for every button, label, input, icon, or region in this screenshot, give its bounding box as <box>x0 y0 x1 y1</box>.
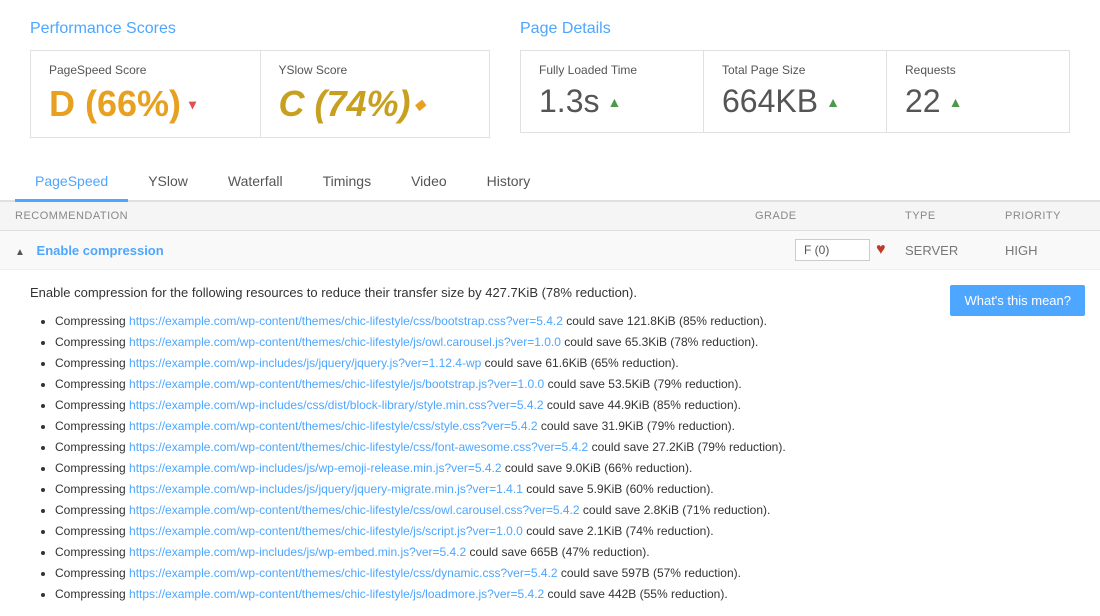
recommendation-row: ▲ Enable compression ♥ SERVER HIGH <box>0 231 1100 270</box>
col-grade-header: GRADE <box>755 210 905 222</box>
resource-link[interactable]: https://example.com/wp-includes/js/jquer… <box>129 356 481 370</box>
recommendation-label: ▲ Enable compression <box>15 243 795 258</box>
performance-scores-title: Performance Scores <box>30 20 490 38</box>
fully-loaded-card: Fully Loaded Time 1.3s ▲ <box>521 51 704 132</box>
resource-link[interactable]: https://example.com/wp-content/themes/ch… <box>129 440 588 454</box>
main-description: Enable compression for the following res… <box>30 285 1070 300</box>
resource-link[interactable]: https://example.com/wp-includes/js/wp-em… <box>129 545 466 559</box>
total-page-size-number: 664KB <box>722 83 818 120</box>
recommendation-title: Enable compression <box>37 243 164 258</box>
total-page-size-arrow-icon: ▲ <box>826 94 840 110</box>
list-item: Compressing https://example.com/wp-conte… <box>55 501 1070 519</box>
yslow-score-label: YSlow Score <box>279 63 472 77</box>
priority-value: HIGH <box>1005 243 1085 258</box>
requests-value: 22 ▲ <box>905 83 1051 120</box>
resource-link[interactable]: https://example.com/wp-content/themes/ch… <box>129 503 580 517</box>
pagespeed-score-card: PageSpeed Score D (66%) ▾ <box>31 51 261 137</box>
total-page-size-card: Total Page Size 664KB ▲ <box>704 51 887 132</box>
list-item: Compressing https://example.com/wp-conte… <box>55 312 1070 330</box>
list-item: Compressing https://example.com/wp-inclu… <box>55 543 1070 561</box>
tab-timings[interactable]: Timings <box>303 163 392 202</box>
tab-history[interactable]: History <box>467 163 551 202</box>
table-header: RECOMMENDATION GRADE TYPE PRIORITY <box>0 202 1100 231</box>
requests-arrow-icon: ▲ <box>949 94 963 110</box>
col-type-header: TYPE <box>905 210 1005 222</box>
resource-link[interactable]: https://example.com/wp-content/themes/ch… <box>129 335 561 349</box>
requests-card: Requests 22 ▲ <box>887 51 1069 132</box>
col-recommendation-header: RECOMMENDATION <box>15 210 755 222</box>
resource-list: Compressing https://example.com/wp-conte… <box>30 312 1070 603</box>
col-priority-header: PRIORITY <box>1005 210 1085 222</box>
resource-link[interactable]: https://example.com/wp-includes/js/wp-em… <box>129 461 502 475</box>
resource-link[interactable]: https://example.com/wp-content/themes/ch… <box>129 419 538 433</box>
pagespeed-score-value: D (66%) ▾ <box>49 83 242 125</box>
tab-yslow[interactable]: YSlow <box>128 163 208 202</box>
resource-link[interactable]: https://example.com/wp-includes/css/dist… <box>129 398 544 412</box>
list-item: Compressing https://example.com/wp-inclu… <box>55 459 1070 477</box>
list-item: Compressing https://example.com/wp-inclu… <box>55 354 1070 372</box>
tabs-section: PageSpeed YSlow Waterfall Timings Video … <box>0 163 1100 202</box>
fully-loaded-arrow-icon: ▲ <box>607 94 621 110</box>
list-item: Compressing https://example.com/wp-conte… <box>55 564 1070 582</box>
requests-number: 22 <box>905 83 941 120</box>
content-section: Enable compression for the following res… <box>0 270 1100 616</box>
performance-scores-section: Performance Scores PageSpeed Score D (66… <box>15 10 505 148</box>
grade-badge: ♥ <box>795 239 905 261</box>
resource-link[interactable]: https://example.com/wp-content/themes/ch… <box>129 587 544 601</box>
resource-link[interactable]: https://example.com/wp-content/themes/ch… <box>129 566 558 580</box>
yslow-score-value: C (74%) ◆ <box>279 83 472 125</box>
fully-loaded-value: 1.3s ▲ <box>539 83 685 120</box>
resource-link[interactable]: https://example.com/wp-content/themes/ch… <box>129 377 544 391</box>
scores-grid: PageSpeed Score D (66%) ▾ YSlow Score C … <box>30 50 490 138</box>
tab-waterfall[interactable]: Waterfall <box>208 163 303 202</box>
total-page-size-label: Total Page Size <box>722 63 868 77</box>
list-item: Compressing https://example.com/wp-conte… <box>55 522 1070 540</box>
yslow-score-card: YSlow Score C (74%) ◆ <box>261 51 490 137</box>
pagespeed-score-label: PageSpeed Score <box>49 63 242 77</box>
page-details-section: Page Details Fully Loaded Time 1.3s ▲ To… <box>505 10 1085 148</box>
details-grid: Fully Loaded Time 1.3s ▲ Total Page Size… <box>520 50 1070 133</box>
tab-pagespeed[interactable]: PageSpeed <box>15 163 128 202</box>
type-value: SERVER <box>905 243 1005 258</box>
pagespeed-grade: D (66%) <box>49 83 181 125</box>
list-item: Compressing https://example.com/wp-conte… <box>55 333 1070 351</box>
whats-this-button[interactable]: What's this mean? <box>950 285 1085 316</box>
tab-video[interactable]: Video <box>391 163 467 202</box>
list-item: Compressing https://example.com/wp-conte… <box>55 438 1070 456</box>
fully-loaded-label: Fully Loaded Time <box>539 63 685 77</box>
list-item: Compressing https://example.com/wp-inclu… <box>55 396 1070 414</box>
list-item: Compressing https://example.com/wp-conte… <box>55 585 1070 603</box>
yslow-diamond-icon[interactable]: ◆ <box>415 96 426 113</box>
grade-arrow-down-icon[interactable]: ♥ <box>876 241 886 259</box>
triangle-expand-icon[interactable]: ▲ <box>15 247 25 258</box>
total-page-size-value: 664KB ▲ <box>722 83 868 120</box>
resource-link[interactable]: https://example.com/wp-content/themes/ch… <box>129 524 523 538</box>
list-item: Compressing https://example.com/wp-conte… <box>55 375 1070 393</box>
resource-link[interactable]: https://example.com/wp-includes/js/jquer… <box>129 482 523 496</box>
list-item: Compressing https://example.com/wp-inclu… <box>55 480 1070 498</box>
pagespeed-arrow-icon[interactable]: ▾ <box>189 96 196 113</box>
tabs-container: PageSpeed YSlow Waterfall Timings Video … <box>15 163 1085 200</box>
requests-label: Requests <box>905 63 1051 77</box>
page-details-title: Page Details <box>520 20 1070 38</box>
resource-link[interactable]: https://example.com/wp-content/themes/ch… <box>129 314 563 328</box>
fully-loaded-number: 1.3s <box>539 83 599 120</box>
yslow-grade: C (74%) <box>279 83 411 125</box>
list-item: Compressing https://example.com/wp-conte… <box>55 417 1070 435</box>
grade-input[interactable] <box>795 239 870 261</box>
